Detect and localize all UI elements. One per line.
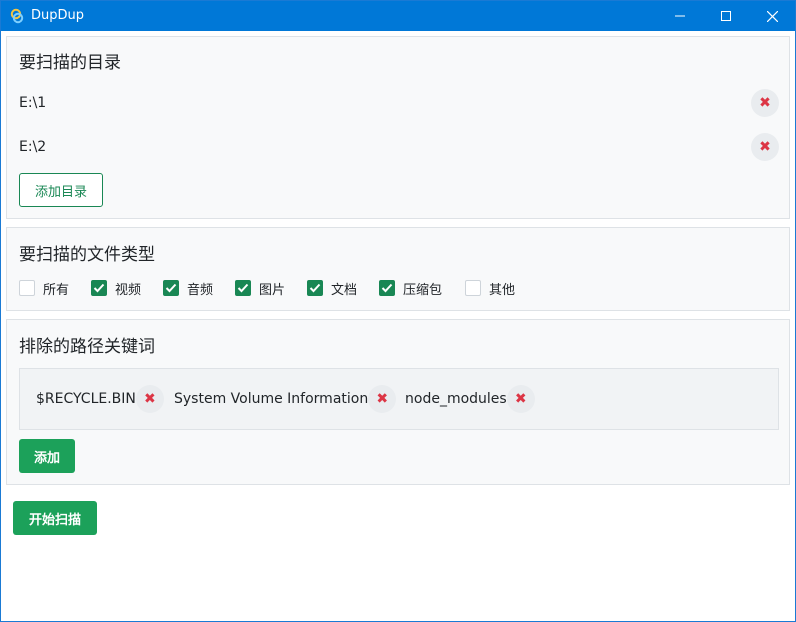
close-window-button[interactable]: [749, 1, 795, 31]
remove-keyword-button[interactable]: ✖: [368, 385, 397, 413]
filetype-image-checkbox[interactable]: 图片: [235, 279, 286, 298]
checkmark-icon: [379, 280, 395, 296]
close-icon: [766, 10, 778, 22]
remove-directory-button[interactable]: ✖: [751, 89, 779, 117]
directories-title: 要扫描的目录: [19, 53, 121, 73]
keyword-text: $RECYCLE.BIN: [36, 391, 136, 407]
keyword-tag: System Volume Information ✖: [174, 385, 397, 413]
exclude-title: 排除的路径关键词: [19, 337, 155, 357]
app-window: DupDup 要扫描的目录 E:\1 ✖ E:\2 ✖ 添加目录 要扫描的文件类…: [0, 0, 796, 622]
filetype-all-checkbox[interactable]: 所有: [19, 279, 70, 298]
filetype-document-checkbox[interactable]: 文档: [307, 279, 358, 298]
start-scan-button[interactable]: 开始扫描: [13, 501, 97, 535]
checkmark-icon: [307, 280, 323, 296]
checkbox-unchecked: [19, 280, 35, 296]
remove-icon: ✖: [144, 391, 156, 407]
filetype-label: 压缩包: [403, 282, 443, 298]
filetype-label: 视频: [115, 282, 142, 298]
file-types-panel: 要扫描的文件类型 所有 视频 音频 图片 文档 压缩包 其他: [6, 227, 790, 311]
file-types-title: 要扫描的文件类型: [19, 245, 155, 265]
directory-path: E:\1: [19, 95, 47, 111]
keyword-text: node_modules: [405, 391, 507, 407]
add-directory-button[interactable]: 添加目录: [19, 173, 103, 207]
checkmark-icon: [91, 280, 107, 296]
filetype-label: 音频: [187, 282, 214, 298]
keyword-tag: $RECYCLE.BIN ✖: [36, 385, 164, 413]
filetype-label: 文档: [331, 282, 358, 298]
remove-icon: ✖: [759, 139, 771, 155]
add-keyword-button[interactable]: 添加: [19, 439, 75, 473]
filetype-label: 其他: [489, 282, 516, 298]
checkmark-icon: [235, 280, 251, 296]
remove-keyword-button[interactable]: ✖: [135, 385, 164, 413]
remove-icon: ✖: [759, 95, 771, 111]
minimize-icon: [675, 15, 685, 17]
remove-icon: ✖: [514, 391, 527, 407]
remove-directory-button[interactable]: ✖: [751, 133, 779, 161]
remove-keyword-button[interactable]: ✖: [506, 385, 535, 413]
filetype-label: 图片: [259, 282, 286, 298]
remove-icon: ✖: [376, 391, 389, 407]
title-bar[interactable]: DupDup: [1, 1, 795, 31]
filetype-audio-checkbox[interactable]: 音频: [163, 279, 214, 298]
keyword-tag: node_modules ✖: [405, 385, 535, 413]
maximize-button[interactable]: [703, 1, 749, 31]
keyword-text: System Volume Information: [174, 391, 369, 407]
directory-path: E:\2: [19, 139, 47, 155]
keyword-list: $RECYCLE.BIN ✖ System Volume Information…: [19, 368, 779, 430]
filetype-other-checkbox[interactable]: 其他: [465, 279, 516, 298]
checkmark-icon: [163, 280, 179, 296]
filetype-label: 所有: [43, 282, 70, 298]
checkbox-unchecked: [465, 280, 481, 296]
window-title: DupDup: [31, 8, 85, 23]
maximize-icon: [721, 11, 731, 21]
exclude-panel: 排除的路径关键词 $RECYCLE.BIN ✖ System Volume In…: [6, 319, 790, 485]
filetype-archive-checkbox[interactable]: 压缩包: [379, 279, 443, 298]
minimize-button[interactable]: [657, 1, 703, 31]
filetype-video-checkbox[interactable]: 视频: [91, 279, 142, 298]
app-logo-icon: [10, 8, 24, 24]
directories-panel: 要扫描的目录 E:\1 ✖ E:\2 ✖ 添加目录: [6, 36, 790, 219]
